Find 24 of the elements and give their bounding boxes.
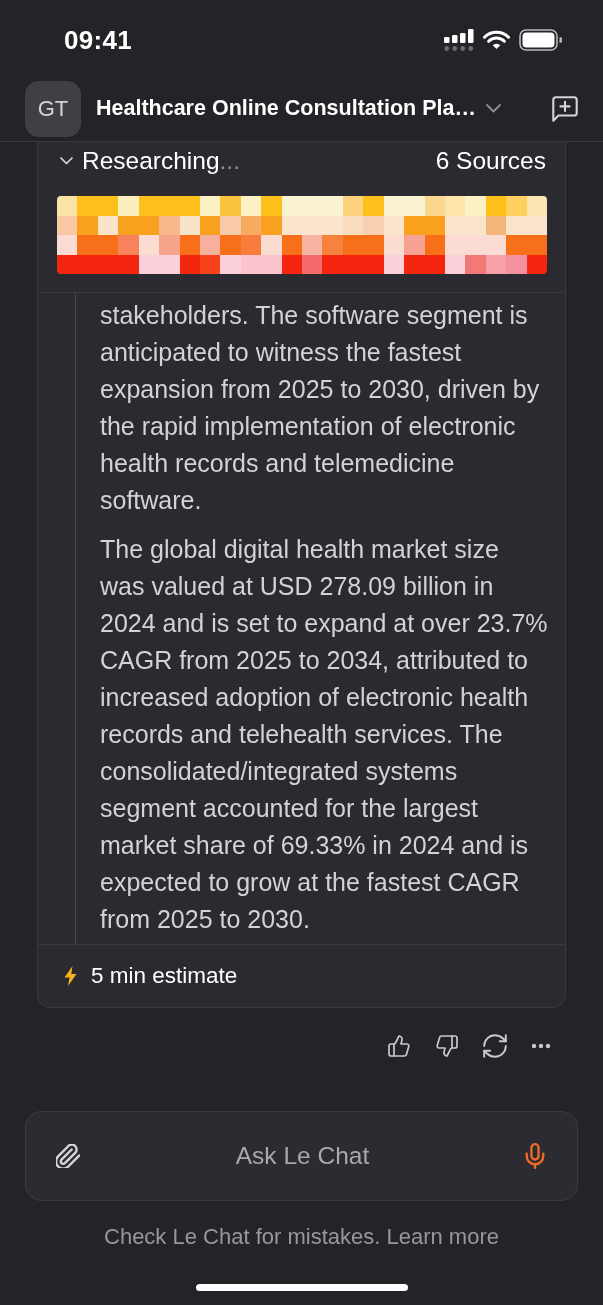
new-chat-icon[interactable] (552, 95, 578, 122)
refresh-icon[interactable] (483, 1034, 507, 1058)
thumbs-down-icon[interactable] (435, 1034, 459, 1058)
learn-more-link[interactable]: Learn more (386, 1224, 499, 1249)
time-estimate: 5 min estimate (91, 963, 238, 989)
message-input[interactable]: Ask Le Chat (80, 1142, 525, 1170)
status-time: 09:41 (64, 24, 132, 56)
disclaimer-text: Check Le Chat for mistakes. Learn more (104, 1224, 499, 1250)
research-toggle[interactable]: Researching... (60, 147, 240, 175)
more-options-icon[interactable] (531, 1043, 551, 1049)
thumbs-up-icon[interactable] (387, 1034, 411, 1058)
sources-count[interactable]: 6 Sources (435, 147, 546, 175)
wifi-icon (483, 30, 510, 50)
paperclip-icon[interactable] (56, 1144, 80, 1168)
report-paragraph: stakeholders. The software segment is anticipated to witness the fastest expansion from 2025 to 2030, driven by the rapid implementation of electronic health records and telemedicine software. (100, 300, 541, 516)
chat-title-dropdown[interactable]: Healthcare Online Consultation Pla… (96, 96, 501, 121)
avatar[interactable]: GT (25, 80, 81, 137)
battery-icon (519, 29, 562, 51)
message-field[interactable]: Ask Le Chat (25, 1111, 578, 1201)
report-paragraph: The global digital health market size was valued at USD 278.09 billion in 2024 and is set to expand at over 23.7% CAGR from 2025 to 2034, attributed to increased adoption of electronic health records and telehealth services. The consolidated/integrated systems segment accounted for the largest market share of 69.33% in 2024 and is expected to grow at the fastest CAGR from 2025 to 2030. (100, 534, 549, 935)
chevron-down-icon (485, 104, 501, 113)
signal-icon (444, 29, 474, 51)
lightning-icon (64, 966, 77, 986)
microphone-icon[interactable] (525, 1143, 545, 1169)
